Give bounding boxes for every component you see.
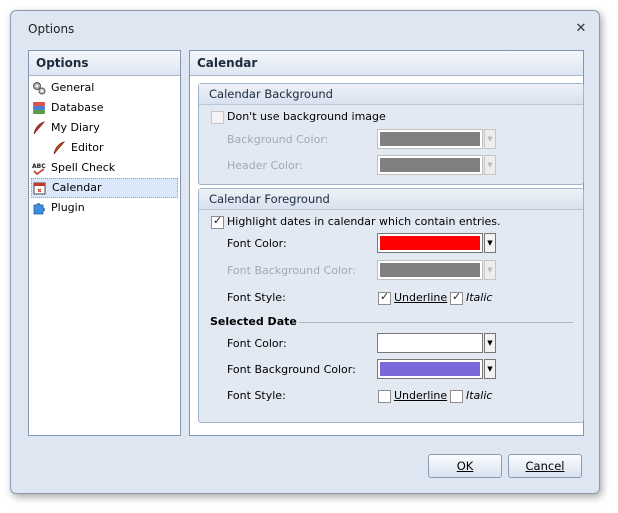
background-color-swatch	[380, 132, 480, 146]
tree-item-editor[interactable]: Editor	[51, 138, 178, 158]
calendar-settings-panel: Calendar Calendar Background Don't use b…	[189, 50, 584, 436]
italic-checkbox[interactable]	[450, 290, 463, 305]
font-style-label: Font Style:	[227, 291, 286, 304]
group-title: Calendar Background	[199, 84, 583, 105]
italic-label: Italic	[466, 291, 493, 304]
font-background-color-dropdown[interactable]: ▼	[484, 260, 496, 280]
header-color-picker[interactable]	[377, 155, 483, 175]
options-dialog: Options ✕ Options General Database My Di…	[10, 10, 600, 494]
tree-item-label: General	[51, 81, 95, 94]
selected-font-background-color-label: Font Background Color:	[227, 363, 356, 376]
selected-font-background-color-picker[interactable]	[377, 359, 483, 379]
selected-underline-checkbox[interactable]	[378, 390, 391, 403]
background-color-label: Background Color:	[227, 133, 329, 146]
tree-item-plugin[interactable]: Plugin	[31, 198, 178, 218]
nav-panel-header: Options	[29, 51, 180, 76]
selected-font-color-label: Font Color:	[227, 337, 287, 350]
font-color-swatch	[380, 236, 480, 250]
selected-date-separator	[299, 322, 573, 323]
underline-label: Underline	[394, 291, 448, 304]
tree-item-label: Spell Check	[51, 161, 116, 174]
ok-button-label: OK	[456, 459, 474, 473]
tree-item-label: Database	[51, 101, 104, 114]
selected-font-style-label: Font Style:	[227, 389, 286, 402]
tree-item-spell-check[interactable]: ABC Spell Check	[31, 158, 178, 178]
selected-font-color-swatch	[380, 336, 480, 350]
tree-item-label: My Diary	[51, 121, 100, 134]
underline-checkbox[interactable]	[378, 290, 391, 305]
font-color-dropdown[interactable]: ▼	[484, 233, 496, 253]
header-color-dropdown[interactable]: ▼	[484, 155, 496, 175]
tree-item-my-diary[interactable]: My Diary	[31, 118, 178, 138]
options-nav-panel: Options General Database My Diary Editor…	[28, 50, 181, 436]
font-background-color-swatch	[380, 263, 480, 277]
header-color-swatch	[380, 158, 480, 172]
abc-spellcheck-icon: ABC	[32, 163, 46, 175]
calendar-icon	[33, 182, 46, 195]
group-title: Calendar Foreground	[199, 189, 583, 210]
font-color-label: Font Color:	[227, 237, 287, 250]
highlight-dates-label: Highlight dates in calendar which contai…	[227, 215, 501, 228]
no-background-label: Don't use background image	[227, 110, 386, 123]
header-color-label: Header Color:	[227, 159, 303, 172]
selected-date-heading: Selected Date	[210, 315, 297, 328]
highlight-dates-checkbox[interactable]	[211, 214, 224, 229]
window-title: Options	[28, 22, 75, 36]
selected-font-color-picker[interactable]	[377, 333, 483, 353]
tree-item-database[interactable]: Database	[31, 98, 178, 118]
gears-icon	[33, 82, 46, 95]
cancel-button-label: Cancel	[525, 459, 565, 473]
background-color-dropdown[interactable]: ▼	[484, 129, 496, 149]
selected-font-color-dropdown[interactable]: ▼	[484, 333, 496, 353]
calendar-foreground-group: Calendar Foreground Highlight dates in c…	[198, 188, 584, 423]
selected-font-background-color-swatch	[380, 362, 480, 376]
tree-item-calendar[interactable]: Calendar	[31, 178, 178, 198]
tree-item-label: Calendar	[52, 181, 102, 194]
background-color-picker[interactable]	[377, 129, 483, 149]
font-background-color-picker[interactable]	[377, 260, 483, 280]
tree-item-label: Plugin	[51, 201, 85, 214]
quill-icon	[53, 141, 66, 155]
close-button[interactable]: ✕	[573, 21, 589, 37]
selected-underline-label: Underline	[394, 389, 448, 402]
selected-font-background-color-dropdown[interactable]: ▼	[484, 359, 496, 379]
quill-icon	[33, 121, 46, 135]
font-background-color-label: Font Background Color:	[227, 264, 356, 277]
calendar-background-group: Calendar Background Don't use background…	[198, 83, 584, 185]
puzzle-icon	[33, 203, 45, 215]
font-color-picker[interactable]	[377, 233, 483, 253]
settings-panel-header: Calendar	[190, 51, 583, 76]
selected-italic-checkbox[interactable]	[450, 390, 463, 403]
tree-item-general[interactable]: General	[31, 78, 178, 98]
cancel-button[interactable]: Cancel	[508, 454, 582, 478]
selected-italic-label: Italic	[466, 389, 493, 402]
database-icon	[33, 102, 45, 114]
ok-button[interactable]: OK	[428, 454, 502, 478]
title-bar: Options ✕	[11, 11, 599, 47]
tree-item-label: Editor	[71, 141, 104, 154]
options-tree: General Database My Diary Editor ABC Spe…	[29, 76, 180, 218]
no-background-checkbox[interactable]	[211, 111, 224, 124]
